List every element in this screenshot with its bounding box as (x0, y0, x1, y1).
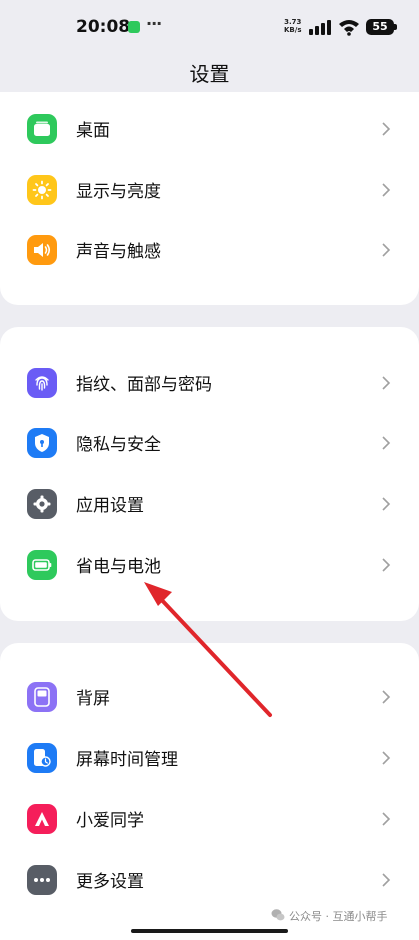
settings-group-1: 桌面 显示与亮度 声音与触感 (0, 92, 419, 305)
app-notification-icon (128, 21, 140, 33)
page-title: 设置 (189, 62, 230, 86)
settings-item-back-screen[interactable]: 背屏 (0, 667, 419, 727)
chevron-right-icon (382, 183, 391, 197)
chevron-right-icon (382, 243, 391, 257)
battery-tip (394, 24, 397, 30)
settings-item-label: 小爱同学 (76, 811, 144, 831)
chevron-right-icon (382, 497, 391, 511)
chevron-right-icon (382, 436, 391, 450)
settings-item-biometrics[interactable]: 指纹、面部与密码 (0, 353, 419, 413)
watermark: 公众号 · 互通小帮手 (289, 910, 388, 923)
back-screen-icon (27, 682, 57, 712)
settings-item-more[interactable]: 更多设置 (0, 850, 419, 910)
settings-item-label: 声音与触感 (76, 242, 161, 262)
chevron-right-icon (382, 690, 391, 704)
settings-item-sound[interactable]: 声音与触感 (0, 220, 419, 280)
settings-item-label: 背屏 (76, 689, 110, 709)
chevron-right-icon (382, 558, 391, 572)
settings-item-xiaoai[interactable]: 小爱同学 (0, 789, 419, 849)
more-icon (27, 865, 57, 895)
chevron-right-icon (382, 376, 391, 390)
more-dots-icon: ··· (146, 14, 162, 33)
gear-icon (27, 489, 57, 519)
settings-item-desktop[interactable]: 桌面 (0, 99, 419, 159)
wechat-icon (271, 909, 285, 921)
settings-item-display[interactable]: 显示与亮度 (0, 160, 419, 220)
sun-icon (27, 175, 57, 205)
xiaoai-icon (27, 804, 57, 834)
speaker-icon (27, 235, 57, 265)
fingerprint-icon (27, 368, 57, 398)
settings-item-label: 指纹、面部与密码 (76, 375, 212, 395)
settings-item-label: 隐私与安全 (76, 435, 161, 455)
settings-group-3: 背屏 屏幕时间管理 小爱同学 更多设置 (0, 643, 419, 940)
settings-item-label: 应用设置 (76, 496, 144, 516)
status-bar: 20:08 ··· 3.73 KB/s 55 (0, 0, 419, 52)
home-indicator[interactable] (131, 929, 288, 933)
settings-item-label: 更多设置 (76, 872, 144, 892)
settings-item-label: 桌面 (76, 121, 110, 141)
network-speed: 3.73 KB/s (284, 18, 301, 34)
settings-item-battery[interactable]: 省电与电池 (0, 535, 419, 595)
battery-icon: 55 (366, 19, 394, 35)
network-speed-unit: KB/s (284, 26, 302, 34)
signal-icon (309, 19, 333, 35)
settings-item-label: 显示与亮度 (76, 182, 161, 202)
settings-item-privacy[interactable]: 隐私与安全 (0, 413, 419, 473)
battery-icon (27, 550, 57, 580)
chevron-right-icon (382, 122, 391, 136)
screen-time-icon (27, 743, 57, 773)
chevron-right-icon (382, 873, 391, 887)
shield-icon (27, 428, 57, 458)
settings-group-2: 指纹、面部与密码 隐私与安全 应用设置 省电与电池 (0, 327, 419, 621)
settings-item-screen-time[interactable]: 屏幕时间管理 (0, 728, 419, 788)
settings-item-label: 屏幕时间管理 (76, 750, 178, 770)
wifi-icon (339, 20, 359, 36)
chevron-right-icon (382, 812, 391, 826)
settings-item-label: 省电与电池 (76, 557, 161, 577)
status-time: 20:08 (76, 17, 131, 37)
network-speed-value: 3.73 (284, 18, 302, 26)
settings-item-app-settings[interactable]: 应用设置 (0, 474, 419, 534)
chevron-right-icon (382, 751, 391, 765)
desktop-icon (27, 114, 57, 144)
